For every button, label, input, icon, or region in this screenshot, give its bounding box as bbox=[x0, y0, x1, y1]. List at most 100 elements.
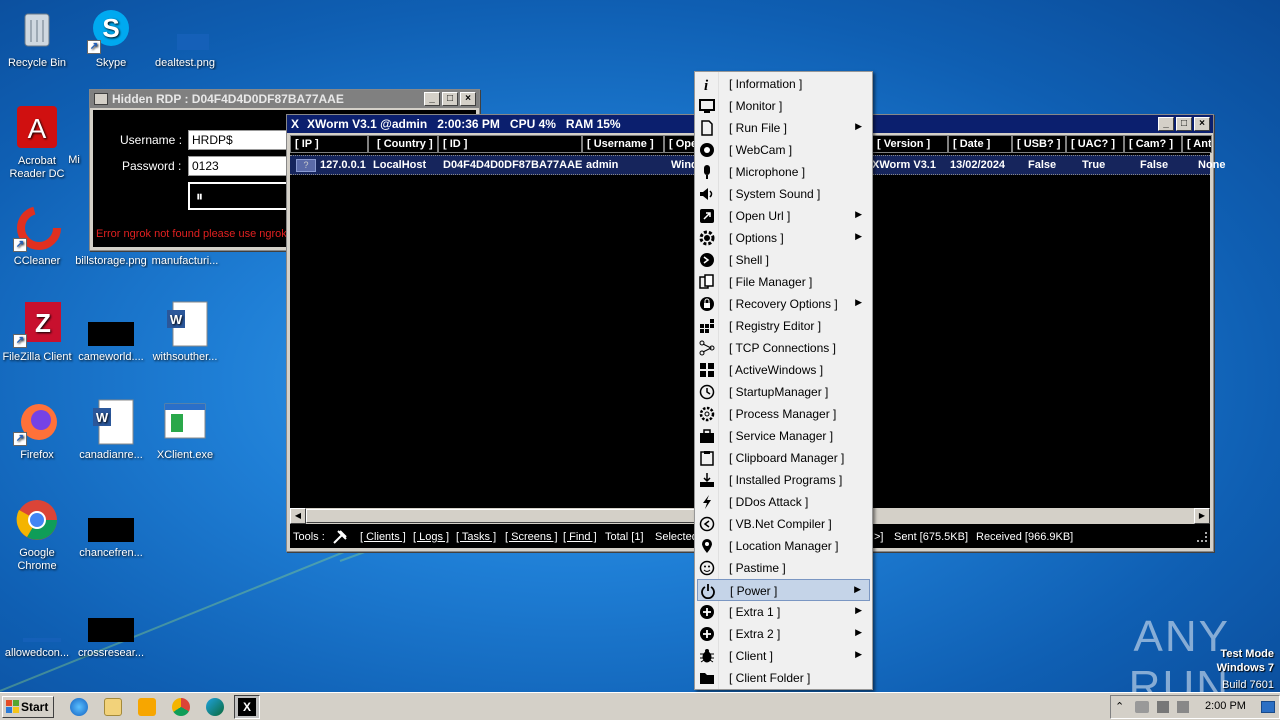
recycle-bin-icon[interactable]: Recycle Bin bbox=[0, 6, 74, 70]
menu-item-recovery-options[interactable]: [ Recovery Options ] ▶ bbox=[697, 293, 870, 315]
volume-tray-icon[interactable] bbox=[1157, 701, 1169, 713]
canadianre-icon[interactable]: W canadianre... bbox=[74, 398, 148, 462]
xworm-maximize-button[interactable]: □ bbox=[1176, 117, 1192, 131]
rdp-titlebar[interactable]: Hidden RDP : D04F4D4D0DF87BA77AAE _ □ × bbox=[90, 90, 479, 108]
chrome-icon[interactable]: Google Chrome bbox=[0, 496, 74, 573]
menu-item-process-manager[interactable]: [ Process Manager ] bbox=[697, 403, 870, 425]
menu-item-label: [ Location Manager ] bbox=[729, 539, 839, 553]
screens-link[interactable]: [ Screens ] bbox=[505, 526, 558, 548]
username-field[interactable] bbox=[188, 130, 288, 150]
menu-item-client-folder[interactable]: [ Client Folder ] bbox=[697, 667, 870, 689]
flag-tray-icon[interactable] bbox=[1177, 701, 1189, 713]
tools-icon[interactable] bbox=[332, 529, 348, 545]
logs-link[interactable]: [ Logs ] bbox=[413, 526, 449, 548]
chrome-taskbar-icon[interactable] bbox=[172, 698, 190, 716]
menu-item-microphone[interactable]: [ Microphone ] bbox=[697, 161, 870, 183]
xworm-minimize-button[interactable]: _ bbox=[1158, 117, 1174, 131]
network-icon bbox=[699, 340, 715, 356]
col-id[interactable]: [ ID ] bbox=[438, 135, 582, 153]
col-os[interactable]: [ Ope bbox=[664, 135, 696, 153]
clock[interactable]: 2:00 PM bbox=[1205, 700, 1246, 712]
ccleaner-icon[interactable]: ↗ CCleaner bbox=[0, 204, 74, 268]
col-version[interactable]: [ Version ] bbox=[872, 135, 948, 153]
show-desktop-icon[interactable] bbox=[1261, 701, 1275, 713]
svg-text:i: i bbox=[704, 78, 709, 92]
menu-item-location-manager[interactable]: [ Location Manager ] bbox=[697, 535, 870, 557]
withsouther-icon[interactable]: W withsouther... bbox=[148, 300, 222, 364]
menu-item-shell[interactable]: [ Shell ] bbox=[697, 249, 870, 271]
allowedcon-icon[interactable]: allowedcon... bbox=[0, 596, 74, 660]
cameworld-icon[interactable]: cameworld.... bbox=[74, 300, 148, 364]
client-context-menu[interactable]: i [ Information ] [ Monitor ] [ Run File ] ▶… bbox=[694, 71, 873, 690]
internet-explorer-icon[interactable] bbox=[70, 698, 88, 716]
menu-item-pastime[interactable]: [ Pastime ] bbox=[697, 557, 870, 579]
menu-item-file-manager[interactable]: [ File Manager ] bbox=[697, 271, 870, 293]
clients-link[interactable]: [ Clients ] bbox=[360, 526, 406, 548]
col-anti[interactable]: [ Anti bbox=[1182, 135, 1212, 153]
menu-item-startupmanager[interactable]: [ StartupManager ] bbox=[697, 381, 870, 403]
menu-item-extra-1[interactable]: [ Extra 1 ] ▶ bbox=[697, 601, 870, 623]
menu-item-label: [ Extra 2 ] bbox=[729, 627, 781, 641]
col-uac[interactable]: [ UAC? ] bbox=[1066, 135, 1124, 153]
edge-icon[interactable] bbox=[206, 698, 224, 716]
shell-icon bbox=[699, 252, 715, 268]
find-link[interactable]: [ Find ] bbox=[563, 526, 597, 548]
menu-item-power[interactable]: [ Power ] ▶ bbox=[697, 579, 870, 601]
crossresear-icon[interactable]: crossresear... bbox=[74, 596, 148, 660]
menu-item-system-sound[interactable]: [ System Sound ] bbox=[697, 183, 870, 205]
menu-item-installed-programs[interactable]: [ Installed Programs ] bbox=[697, 469, 870, 491]
xclient-icon[interactable]: XClient.exe bbox=[148, 398, 222, 462]
rdp-maximize-button[interactable]: □ bbox=[442, 92, 458, 106]
menu-item-extra-2[interactable]: [ Extra 2 ] ▶ bbox=[697, 623, 870, 645]
firefox-icon[interactable]: ↗ Firefox bbox=[0, 398, 74, 462]
scroll-right-icon[interactable]: ▶ bbox=[1194, 508, 1210, 524]
menu-item-information[interactable]: i [ Information ] bbox=[697, 73, 870, 95]
xworm-close-button[interactable]: × bbox=[1194, 117, 1210, 131]
menu-item-label: [ VB.Net Compiler ] bbox=[729, 517, 832, 531]
menu-item-tcp-connections[interactable]: [ TCP Connections ] bbox=[697, 337, 870, 359]
col-cam[interactable]: [ Cam? ] bbox=[1124, 135, 1182, 153]
scroll-left-icon[interactable]: ◀ bbox=[290, 508, 306, 524]
filezilla-icon[interactable]: Z ↗ FileZilla Client bbox=[0, 300, 74, 364]
cell-username: admin bbox=[586, 159, 619, 171]
menu-item-service-manager[interactable]: [ Service Manager ] bbox=[697, 425, 870, 447]
cell-version: XWorm V3.1 bbox=[872, 159, 936, 171]
menu-item-client[interactable]: [ Client ] ▶ bbox=[697, 645, 870, 667]
start-button[interactable]: Start bbox=[2, 696, 54, 718]
scroll-thumb[interactable] bbox=[306, 509, 696, 523]
explorer-icon[interactable] bbox=[104, 698, 122, 716]
pause-button[interactable]: ⏸ bbox=[188, 182, 288, 210]
dealtest-icon[interactable]: dealtest.png bbox=[148, 6, 222, 70]
menu-item-options[interactable]: [ Options ] ▶ bbox=[697, 227, 870, 249]
col-ip[interactable]: [ IP ] bbox=[290, 135, 368, 153]
media-player-icon[interactable] bbox=[138, 698, 156, 716]
col-country[interactable]: [ Country ] bbox=[368, 135, 438, 153]
network-tray-icon[interactable] bbox=[1135, 701, 1149, 713]
col-usb[interactable]: [ USB? ] bbox=[1012, 135, 1066, 153]
table-header: [ IP ] [ Country ] [ ID ] [ Username ] [… bbox=[290, 135, 696, 153]
menu-item-registry-editor[interactable]: [ Registry Editor ] bbox=[697, 315, 870, 337]
menu-item-webcam[interactable]: [ WebCam ] bbox=[697, 139, 870, 161]
tray-expand-icon[interactable]: ⌃ bbox=[1115, 700, 1124, 713]
cell-uac: True bbox=[1082, 159, 1106, 171]
password-field[interactable] bbox=[188, 156, 288, 176]
skype-icon[interactable]: S ↗ Skype bbox=[74, 6, 148, 70]
mi-icon[interactable]: Mi bbox=[62, 140, 86, 167]
menu-item-run-file[interactable]: [ Run File ] ▶ bbox=[697, 117, 870, 139]
menu-item-ddos-attack[interactable]: [ DDos Attack ] bbox=[697, 491, 870, 513]
menu-item-clipboard-manager[interactable]: [ Clipboard Manager ] bbox=[697, 447, 870, 469]
col-username[interactable]: [ Username ] bbox=[582, 135, 664, 153]
xworm-taskbar-button[interactable]: X bbox=[234, 695, 260, 719]
chancefren-icon[interactable]: chancefren... bbox=[74, 496, 148, 560]
menu-item-vb-net-compiler[interactable]: [ VB.Net Compiler ] bbox=[697, 513, 870, 535]
menu-item-activewindows[interactable]: [ ActiveWindows ] bbox=[697, 359, 870, 381]
menu-item-monitor[interactable]: [ Monitor ] bbox=[697, 95, 870, 117]
rdp-minimize-button[interactable]: _ bbox=[424, 92, 440, 106]
svg-text:A: A bbox=[28, 113, 47, 144]
resize-grip-icon[interactable] bbox=[1197, 532, 1207, 542]
tasks-link[interactable]: [ Tasks ] bbox=[456, 526, 496, 548]
rdp-close-button[interactable]: × bbox=[460, 92, 476, 106]
xworm-time: 2:00:36 PM bbox=[437, 117, 500, 131]
col-date[interactable]: [ Date ] bbox=[948, 135, 1012, 153]
menu-item-open-url[interactable]: [ Open Url ] ▶ bbox=[697, 205, 870, 227]
